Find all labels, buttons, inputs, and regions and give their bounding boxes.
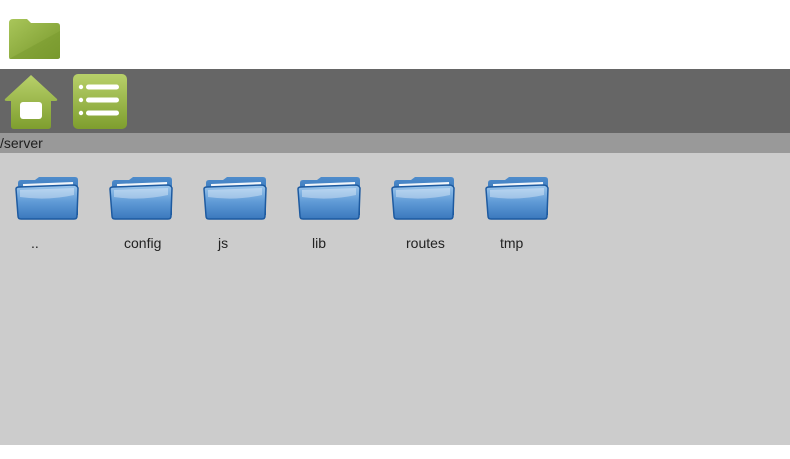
toolbar bbox=[0, 69, 790, 133]
home-button[interactable] bbox=[3, 73, 59, 130]
folder-label: tmp bbox=[500, 235, 524, 251]
current-path: /server bbox=[0, 133, 790, 153]
header-bar bbox=[0, 0, 790, 69]
folder-icon bbox=[391, 177, 455, 220]
folder-item-routes[interactable]: routes bbox=[378, 171, 472, 255]
folder-icon bbox=[15, 177, 79, 220]
file-browser: .. config js lib routes tmp bbox=[0, 153, 790, 445]
list-view-button[interactable] bbox=[72, 73, 128, 130]
folder-label: .. bbox=[31, 235, 39, 251]
home-icon bbox=[4, 75, 58, 129]
folder-icon bbox=[9, 19, 60, 59]
folder-label: js bbox=[218, 235, 229, 251]
folder-label: lib bbox=[312, 235, 327, 251]
list-icon bbox=[73, 74, 127, 129]
folder-item-lib[interactable]: lib bbox=[284, 171, 378, 255]
folder-icon bbox=[109, 177, 173, 220]
folder-item-tmp[interactable]: tmp bbox=[472, 171, 566, 255]
folder-icon bbox=[297, 177, 361, 220]
folder-item-config[interactable]: config bbox=[96, 171, 190, 255]
folder-label: config bbox=[124, 235, 162, 251]
folder-label: routes bbox=[406, 235, 445, 251]
folder-item-parent[interactable]: .. bbox=[2, 171, 96, 255]
folder-item-js[interactable]: js bbox=[190, 171, 284, 255]
folder-icon bbox=[485, 177, 549, 220]
folder-icon bbox=[203, 177, 267, 220]
footer-strip bbox=[0, 445, 790, 459]
